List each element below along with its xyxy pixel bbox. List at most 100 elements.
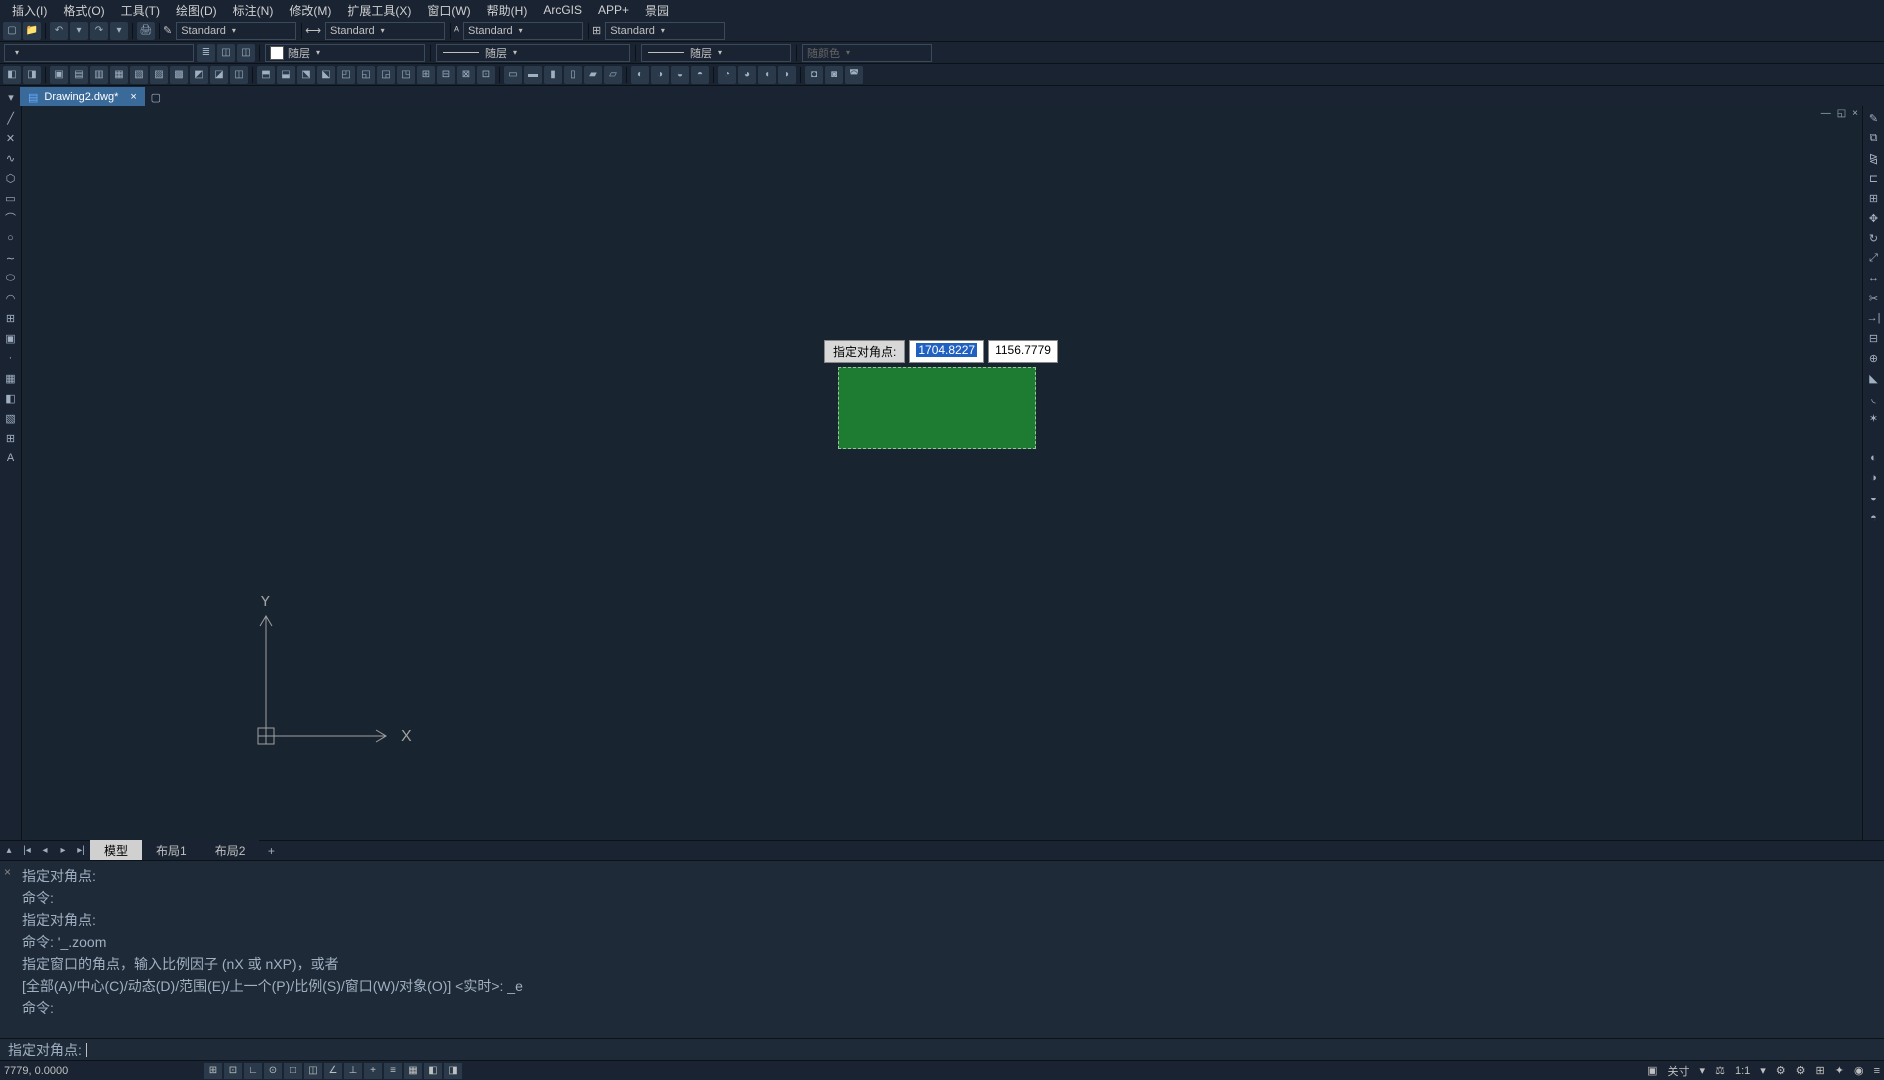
toolbtn-4[interactable]: ▤ xyxy=(70,66,88,84)
annoscale-dropdown-icon[interactable]: ▾ xyxy=(1700,1064,1706,1077)
offset-tool-icon[interactable]: ⊏ xyxy=(1865,169,1883,187)
toolbtn-22[interactable]: ⊟ xyxy=(437,66,455,84)
break-tool-icon[interactable]: ⊟ xyxy=(1865,329,1883,347)
osnap-mode-icon[interactable]: □ xyxy=(284,1063,302,1079)
layout-last-icon[interactable]: ▸| xyxy=(72,842,90,860)
ellipse-arc-tool-icon[interactable]: ◠ xyxy=(2,289,20,307)
style-dropdown[interactable]: Standard▾ xyxy=(176,22,296,40)
erase-tool-icon[interactable]: ✎ xyxy=(1865,109,1883,127)
menu-draw[interactable]: 绘图(D) xyxy=(168,2,225,19)
qp-mode-icon[interactable]: ◧ xyxy=(424,1063,442,1079)
layout-tab-1[interactable]: 布局1 xyxy=(142,840,201,861)
annoscale-label[interactable]: 关寸 xyxy=(1668,1063,1690,1079)
menu-insert[interactable]: 插入(I) xyxy=(4,2,55,19)
toolbtn-9[interactable]: ▩ xyxy=(170,66,188,84)
file-tab-drawing2[interactable]: ▤ Drawing2.dwg* × xyxy=(20,87,145,107)
toolbtn-7[interactable]: ▧ xyxy=(130,66,148,84)
toolbtn-36[interactable]: ◕ xyxy=(738,66,756,84)
move-tool-icon[interactable]: ✥ xyxy=(1865,209,1883,227)
toolbtn-37[interactable]: ◖ xyxy=(758,66,776,84)
ellipse-tool-icon[interactable]: ⬭ xyxy=(2,269,20,287)
rotate-tool-icon[interactable]: ↻ xyxy=(1865,229,1883,247)
explode-tool-icon[interactable]: ✶ xyxy=(1865,409,1883,427)
toolbtn-12[interactable]: ◫ xyxy=(230,66,248,84)
join-tool-icon[interactable]: ⊕ xyxy=(1865,349,1883,367)
toolbtn-29[interactable]: ▰ xyxy=(584,66,602,84)
mirror-tool-icon[interactable]: ⧎ xyxy=(1865,149,1883,167)
point-tool-icon[interactable]: · xyxy=(2,349,20,367)
layout-tab-add[interactable]: + xyxy=(259,844,283,858)
line-tool-icon[interactable]: ╱ xyxy=(2,109,20,127)
dimstyle-dropdown[interactable]: Standard▾ xyxy=(325,22,445,40)
stretch-tool-icon[interactable]: ↔ xyxy=(1865,269,1883,287)
polygon-tool-icon[interactable]: ⬡ xyxy=(2,169,20,187)
toolbtn-18[interactable]: ◱ xyxy=(357,66,375,84)
toolbtn-17[interactable]: ◰ xyxy=(337,66,355,84)
toolbtn-31[interactable]: ◐ xyxy=(631,66,649,84)
toolbtn-34[interactable]: ◓ xyxy=(691,66,709,84)
ortho-mode-icon[interactable]: ∟ xyxy=(244,1063,262,1079)
menu-format[interactable]: 格式(O) xyxy=(55,2,112,19)
layer-dropdown[interactable]: ▾ xyxy=(4,44,194,62)
toolbtn-14[interactable]: ⬓ xyxy=(277,66,295,84)
menu-help[interactable]: 帮助(H) xyxy=(479,2,536,19)
new-icon[interactable]: ▢ xyxy=(3,22,21,40)
insert-block-icon[interactable]: ⊞ xyxy=(2,309,20,327)
ws-switch-icon[interactable]: ⊞ xyxy=(1816,1064,1825,1077)
toolbtn-39[interactable]: ◘ xyxy=(805,66,823,84)
toolbtn-21[interactable]: ⊞ xyxy=(417,66,435,84)
toolbtn-20[interactable]: ◳ xyxy=(397,66,415,84)
dynamic-input-y[interactable]: 1156.7779 xyxy=(988,340,1058,363)
toolbtn-5[interactable]: ▥ xyxy=(90,66,108,84)
customize-icon[interactable]: ≡ xyxy=(1874,1065,1880,1077)
menu-arcgis[interactable]: ArcGIS xyxy=(535,3,590,17)
chamfer-tool-icon[interactable]: ◣ xyxy=(1865,369,1883,387)
pline-tool-icon[interactable]: ∿ xyxy=(2,149,20,167)
layout-tab-model[interactable]: 模型 xyxy=(90,840,142,861)
toolbtn-19[interactable]: ◲ xyxy=(377,66,395,84)
hw-accel-icon[interactable]: ✦ xyxy=(1835,1064,1844,1077)
viewport-close-icon[interactable]: × xyxy=(1852,108,1858,119)
isolate-icon[interactable]: ◉ xyxy=(1854,1064,1864,1077)
layout-first-icon[interactable]: |◂ xyxy=(18,842,36,860)
sc-mode-icon[interactable]: ◨ xyxy=(444,1063,462,1079)
grid-mode-icon[interactable]: ⊡ xyxy=(224,1063,242,1079)
toolbtn-3[interactable]: ▣ xyxy=(50,66,68,84)
layer-prop-icon[interactable]: ≣ xyxy=(197,44,215,62)
toolbtn-11[interactable]: ◪ xyxy=(210,66,228,84)
toolbtn-33[interactable]: ◒ xyxy=(671,66,689,84)
scale-tool-icon[interactable]: ⤢ xyxy=(1865,249,1883,267)
undo-dropdown-icon[interactable]: ▾ xyxy=(70,22,88,40)
xline-tool-icon[interactable]: ✕ xyxy=(2,129,20,147)
linetype-dropdown[interactable]: 随层▾ xyxy=(436,44,630,62)
menu-extend[interactable]: 扩展工具(X) xyxy=(339,2,419,19)
redo-icon[interactable]: ↷ xyxy=(90,22,108,40)
model-space-icon[interactable]: ▣ xyxy=(1647,1064,1657,1077)
filetab-menu-icon[interactable]: ▾ xyxy=(2,88,20,106)
layout-expand-icon[interactable]: ▴ xyxy=(0,842,18,860)
rtbtn-19[interactable]: ◒ xyxy=(1865,489,1883,507)
toolbtn-30[interactable]: ▱ xyxy=(604,66,622,84)
table-tool-icon[interactable]: ⊞ xyxy=(2,429,20,447)
layer-uniso-icon[interactable]: ◫ xyxy=(237,44,255,62)
color-dropdown[interactable]: 随层▾ xyxy=(265,44,425,62)
textstyle-dropdown[interactable]: Standard▾ xyxy=(463,22,583,40)
file-tab-close-icon[interactable]: × xyxy=(130,91,136,103)
rtbtn-17[interactable]: ◐ xyxy=(1865,449,1883,467)
command-close-icon[interactable]: × xyxy=(4,865,11,879)
toolbtn-27[interactable]: ▮ xyxy=(544,66,562,84)
ducs-mode-icon[interactable]: ⊥ xyxy=(344,1063,362,1079)
layout-tab-2[interactable]: 布局2 xyxy=(201,840,260,861)
layer-iso-icon[interactable]: ◫ xyxy=(217,44,235,62)
annovis-2-icon[interactable]: ⚙ xyxy=(1796,1064,1806,1077)
command-history[interactable]: × 指定对角点: 命令: 指定对角点: 命令: '_.zoom 指定窗口的角点，… xyxy=(0,860,1884,1038)
toolbtn-38[interactable]: ◗ xyxy=(778,66,796,84)
toolbtn-23[interactable]: ⊠ xyxy=(457,66,475,84)
scale-dropdown-icon[interactable]: ▾ xyxy=(1760,1064,1766,1077)
menu-annotate[interactable]: 标注(N) xyxy=(225,2,282,19)
scale-label[interactable]: 1:1 xyxy=(1735,1065,1750,1077)
toolbtn-16[interactable]: ⬕ xyxy=(317,66,335,84)
toolbtn-28[interactable]: ▯ xyxy=(564,66,582,84)
layout-next-icon[interactable]: ▸ xyxy=(54,842,72,860)
toolbtn-24[interactable]: ⊡ xyxy=(477,66,495,84)
